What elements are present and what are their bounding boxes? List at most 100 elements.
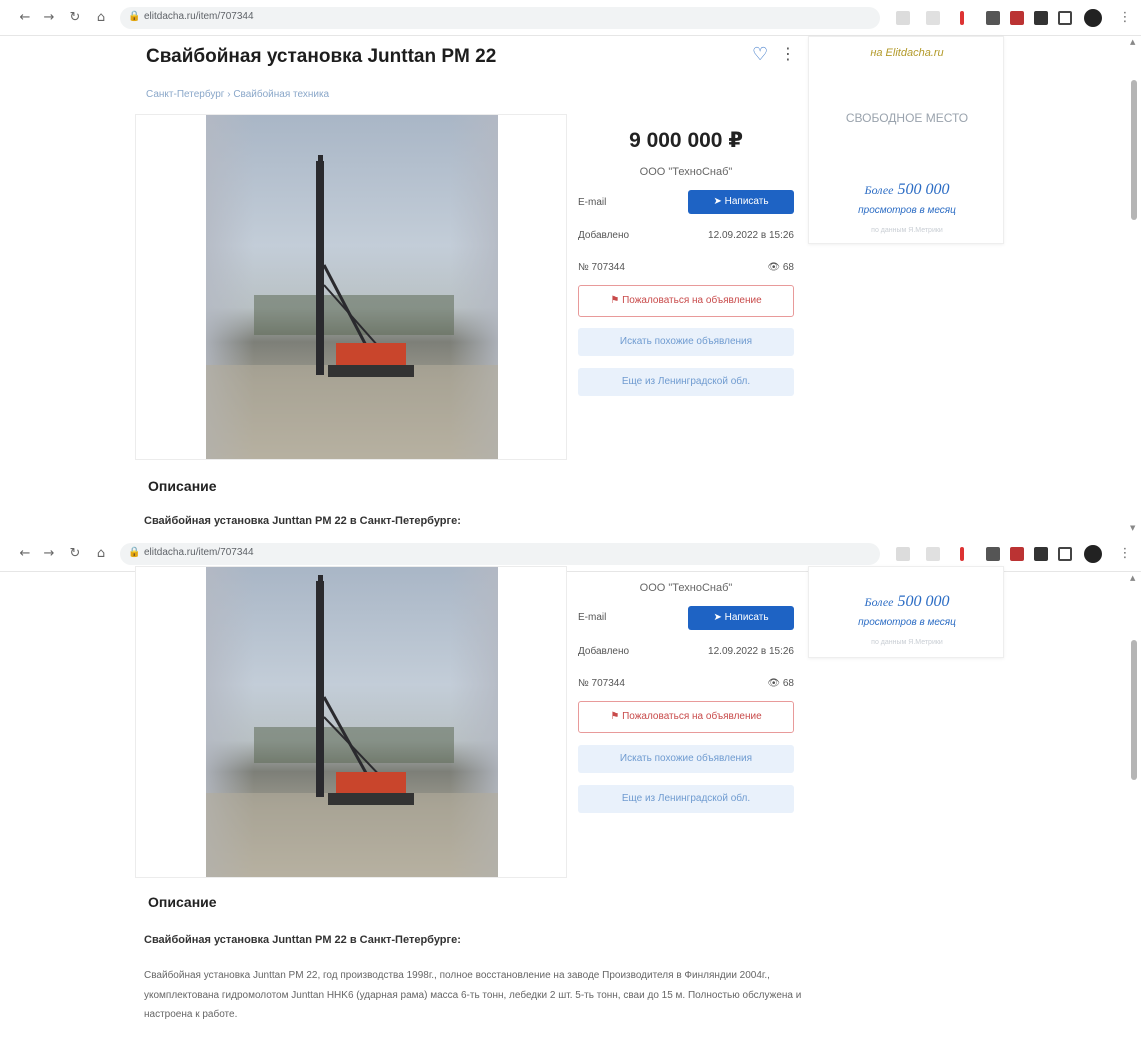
star-icon[interactable] — [926, 11, 940, 25]
breadcrumb[interactable]: Санкт-Петербург › Свайбойная техника — [146, 89, 329, 100]
region-button[interactable]: Еще из Ленинградской обл. — [578, 785, 794, 813]
forward-icon[interactable]: → — [40, 9, 58, 27]
lock-icon: 🔒 — [128, 547, 141, 558]
pile-driver-image — [206, 155, 498, 459]
avatar[interactable] — [1084, 545, 1102, 563]
seller-name[interactable]: ООО "ТехноСнаб" — [578, 582, 794, 594]
avatar[interactable] — [1084, 9, 1102, 27]
scrollbar[interactable]: ▲ ▼ — [1127, 36, 1141, 536]
complain-button-label: Пожаловаться на объявление — [622, 295, 762, 306]
write-button-label: Написать — [724, 612, 769, 623]
description-body: Свайбойная установка Junttan PM 22, год … — [144, 970, 802, 1020]
complain-button[interactable]: ⚑ Пожаловаться на объявление — [578, 701, 794, 733]
ad-views-headline: Более 500 000 — [809, 181, 1005, 199]
similar-button[interactable]: Искать похожие объявления — [578, 328, 794, 356]
browser-toolbar: ← → ↻ ⌂ 🔒 elitdacha.ru/item/707344 ⋮ — [0, 0, 1141, 36]
ad-views-number: 500 000 — [897, 181, 950, 198]
description-subheading: Свайбойная установка Junttan PM 22 в Сан… — [144, 934, 461, 946]
forward-icon[interactable]: → — [40, 545, 58, 563]
reload-icon[interactable]: ↻ — [66, 545, 84, 563]
scroll-up-icon[interactable]: ▲ — [1130, 38, 1135, 46]
complain-button[interactable]: ⚑ Пожаловаться на объявление — [578, 285, 794, 317]
extension-icon[interactable] — [1010, 547, 1024, 561]
views-count: 👁 68 — [650, 262, 794, 273]
views-count: 👁 68 — [650, 678, 794, 689]
write-button-label: Написать — [724, 196, 769, 207]
ad-free-slot: СВОБОДНОЕ МЕСТО — [845, 111, 969, 125]
ad-site-text: на Elitdacha.ru — [870, 47, 944, 59]
menu-icon[interactable]: ⋮ — [1116, 545, 1134, 563]
seller-name[interactable]: ООО "ТехноСнаб" — [578, 166, 794, 178]
extension-red-icon[interactable] — [960, 547, 964, 561]
write-button[interactable]: ➤ Написать — [688, 190, 794, 214]
ad-views-prefix: Более — [864, 595, 894, 609]
back-icon[interactable]: ← — [16, 545, 34, 563]
screenshot-top: ← → ↻ ⌂ 🔒 elitdacha.ru/item/707344 ⋮ Сва… — [0, 0, 1141, 536]
share-icon[interactable] — [896, 547, 910, 561]
extension-red-icon[interactable] — [960, 11, 964, 25]
complain-button-label: Пожаловаться на объявление — [622, 711, 762, 722]
listing-number: № 707344 — [578, 678, 625, 689]
back-icon[interactable]: ← — [16, 9, 34, 27]
scroll-thumb[interactable] — [1131, 640, 1137, 780]
region-button[interactable]: Еще из Ленинградской обл. — [578, 368, 794, 396]
reload-icon[interactable]: ↻ — [66, 9, 84, 27]
extension-icon[interactable] — [1034, 547, 1048, 561]
flag-icon: ⚑ — [610, 711, 623, 722]
screenshot-bottom: ← → ↻ ⌂ 🔒 elitdacha.ru/item/707344 ⋮ ООО… — [0, 536, 1141, 1057]
sidebar-icon[interactable] — [1058, 11, 1072, 25]
ad-views-headline: Более 500 000 — [809, 593, 1005, 611]
url-text: elitdacha.ru/item/707344 — [144, 11, 254, 22]
email-label: E-mail — [578, 197, 607, 208]
added-date: 12.09.2022 в 15:26 — [708, 230, 794, 241]
photo-gallery[interactable] — [135, 566, 567, 878]
scroll-down-icon[interactable]: ▼ — [1130, 524, 1135, 532]
extension-icon[interactable] — [1034, 11, 1048, 25]
scrollbar[interactable]: ▲ — [1127, 572, 1141, 1057]
scroll-up-icon[interactable]: ▲ — [1130, 574, 1135, 582]
added-date: 12.09.2022 в 15:26 — [708, 646, 794, 657]
more-icon[interactable]: ⋮ — [780, 44, 796, 63]
description-subheading: Свайбойная установка Junttan PM 22 в Сан… — [144, 515, 461, 527]
listing-photo[interactable] — [206, 115, 498, 459]
ad-banner[interactable]: на Elitdacha.ru СВОБОДНОЕ МЕСТО Более 50… — [808, 36, 1004, 244]
extension-icon[interactable] — [1010, 11, 1024, 25]
ad-footnote: по данным Я.Метрики — [871, 227, 943, 234]
home-icon[interactable]: ⌂ — [92, 545, 110, 563]
ad-banner[interactable]: Более 500 000 просмотров в месяц по данн… — [808, 566, 1004, 658]
description-heading: Описание — [148, 478, 217, 494]
star-icon[interactable] — [926, 547, 940, 561]
similar-button[interactable]: Искать похожие объявления — [578, 745, 794, 773]
home-icon[interactable]: ⌂ — [92, 9, 110, 27]
address-bar[interactable]: 🔒 elitdacha.ru/item/707344 — [120, 543, 880, 565]
pile-driver-image — [206, 575, 498, 877]
ad-footnote: по данным Я.Метрики — [871, 639, 943, 646]
eye-icon: 👁 — [767, 678, 783, 689]
added-label: Добавлено — [578, 646, 630, 657]
lock-icon: 🔒 — [128, 11, 141, 22]
listing-title: Свайбойная установка Junttan PM 22 — [146, 46, 497, 67]
share-icon[interactable] — [896, 11, 910, 25]
views-value: 68 — [782, 262, 794, 273]
ad-views-number: 500 000 — [897, 593, 950, 610]
views-value: 68 — [782, 678, 794, 689]
address-bar[interactable]: 🔒 elitdacha.ru/item/707344 — [120, 7, 880, 29]
price: 9 000 000 ₽ — [629, 129, 743, 152]
send-icon: ➤ — [713, 196, 725, 207]
scroll-thumb[interactable] — [1131, 80, 1137, 220]
listing-photo[interactable] — [206, 567, 498, 877]
eye-icon: 👁 — [767, 262, 783, 273]
photo-gallery[interactable] — [135, 114, 567, 460]
write-button[interactable]: ➤ Написать — [688, 606, 794, 630]
url-text: elitdacha.ru/item/707344 — [144, 547, 254, 558]
listing-number: № 707344 — [578, 262, 625, 273]
extension-icon[interactable] — [986, 547, 1000, 561]
heart-icon[interactable]: ♡ — [752, 44, 768, 65]
ad-views-suffix: просмотров в месяц — [858, 205, 956, 216]
flag-icon: ⚑ — [610, 295, 623, 306]
menu-icon[interactable]: ⋮ — [1116, 9, 1134, 27]
ad-views-suffix: просмотров в месяц — [858, 617, 956, 628]
ad-views-prefix: Более — [864, 183, 894, 197]
extension-icon[interactable] — [986, 11, 1000, 25]
sidebar-icon[interactable] — [1058, 547, 1072, 561]
